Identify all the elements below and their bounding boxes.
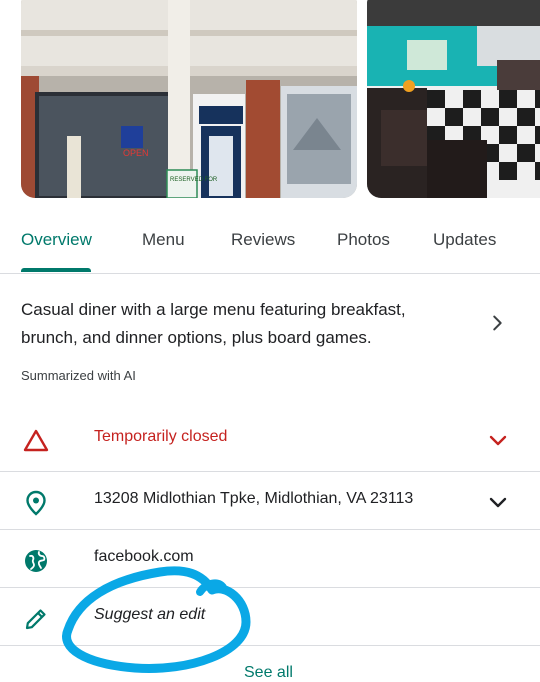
tab-updates[interactable]: Updates	[433, 230, 496, 250]
ai-summary-text[interactable]: Casual diner with a large menu featuring…	[21, 296, 461, 352]
globe-icon	[25, 550, 47, 572]
interior-photo[interactable]	[367, 0, 540, 198]
status-text: Temporarily closed	[94, 428, 228, 445]
suggest-edit-text: Suggest an edit	[94, 606, 206, 623]
see-all-link[interactable]: See all	[244, 664, 293, 682]
tab-photos[interactable]: Photos	[337, 230, 390, 250]
website-row[interactable]: facebook.com	[0, 529, 540, 588]
location-pin-icon	[26, 490, 46, 516]
open-sign: OPEN	[123, 148, 149, 158]
suggest-edit-row[interactable]: Suggest an edit	[0, 587, 540, 646]
tab-reviews[interactable]: Reviews	[231, 230, 295, 250]
address-row[interactable]: 13208 Midlothian Tpke, Midlothian, VA 23…	[0, 471, 540, 530]
website-link[interactable]: facebook.com	[94, 548, 194, 566]
chevron-right-icon[interactable]	[486, 312, 508, 334]
status-row[interactable]: Temporarily closed	[0, 410, 540, 468]
active-tab-indicator	[21, 268, 91, 272]
warning-icon	[23, 429, 49, 452]
storefront-photo[interactable]: OPEN RESERVED FOR	[21, 0, 357, 198]
summary-note: Summarized with AI	[21, 368, 136, 383]
chevron-down-icon[interactable]	[486, 490, 510, 514]
tab-bar: Overview Menu Reviews Photos Updates	[0, 216, 540, 274]
photo-strip: OPEN RESERVED FOR	[0, 0, 540, 200]
address-text: 13208 Midlothian Tpke, Midlothian, VA 23…	[94, 490, 414, 507]
chevron-down-icon[interactable]	[486, 428, 510, 452]
pencil-icon	[25, 609, 46, 630]
tab-overview[interactable]: Overview	[21, 230, 92, 250]
tab-menu[interactable]: Menu	[142, 230, 185, 250]
reserved-sign: RESERVED FOR	[170, 177, 218, 183]
